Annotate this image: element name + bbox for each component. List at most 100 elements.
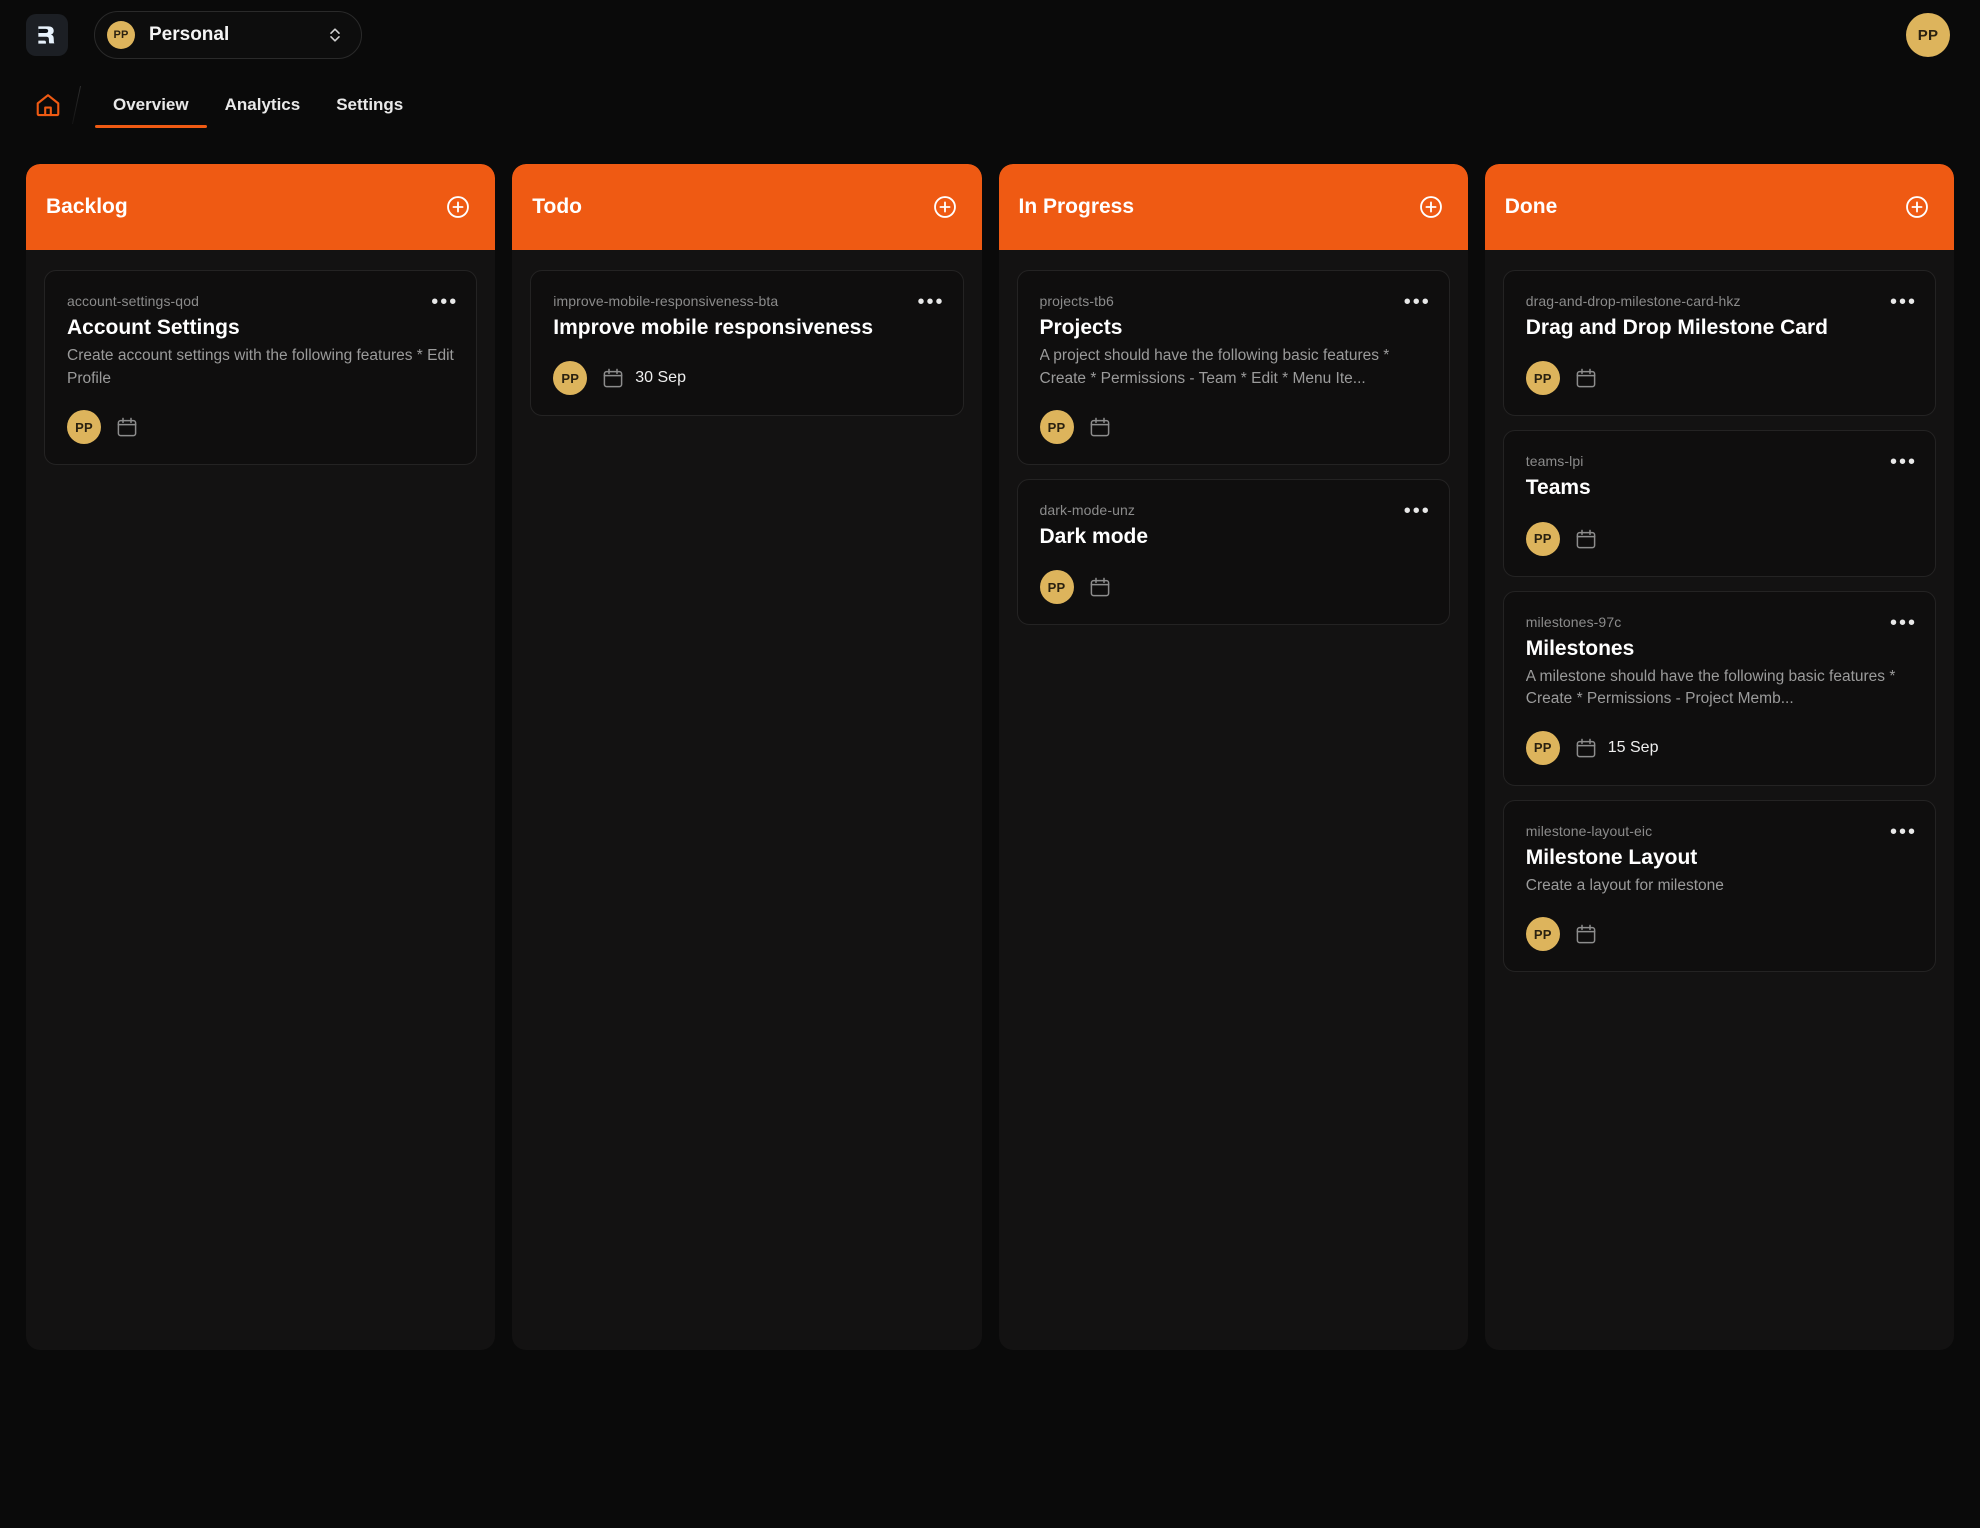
calendar-icon[interactable] (601, 366, 625, 390)
avatar[interactable]: PP (1526, 917, 1560, 951)
remix-logo-icon[interactable] (26, 14, 68, 56)
ellipsis-icon[interactable]: ••• (1890, 457, 1917, 467)
task-title: Projects (1040, 315, 1427, 341)
plus-circle-icon[interactable] (1418, 194, 1444, 220)
column-header: In Progress (999, 164, 1468, 250)
task-slug: improve-mobile-responsiveness-bta (553, 293, 940, 309)
task-slug: account-settings-qod (67, 293, 454, 309)
task-slug: projects-tb6 (1040, 293, 1427, 309)
task-due-date: 15 Sep (1608, 739, 1659, 757)
kanban-board: Backlog ••• account-settings-qod Account… (0, 140, 1980, 1350)
task-meta: PP (67, 410, 454, 444)
ellipsis-icon[interactable]: ••• (1890, 618, 1917, 628)
kanban-column-backlog: Backlog ••• account-settings-qod Account… (26, 164, 495, 1350)
task-description: Create a layout for milestone (1526, 875, 1913, 897)
task-card[interactable]: ••• drag-and-drop-milestone-card-hkz Dra… (1503, 270, 1936, 416)
tab-analytics[interactable]: Analytics (207, 70, 319, 140)
tab-settings-label: Settings (336, 95, 403, 115)
workspace-switcher[interactable]: PP Personal (94, 11, 362, 59)
task-meta: PP 15 Sep (1526, 731, 1913, 765)
task-meta: PP (1526, 522, 1913, 556)
workspace-name: Personal (149, 24, 313, 46)
task-due-date: 30 Sep (635, 369, 686, 387)
column-cards: ••• account-settings-qod Account Setting… (26, 250, 495, 1350)
task-title: Teams (1526, 475, 1913, 501)
task-card[interactable]: ••• dark-mode-unz Dark mode PP (1017, 479, 1450, 625)
task-card[interactable]: ••• teams-lpi Teams PP (1503, 430, 1936, 576)
top-bar: PP Personal PP (0, 0, 1980, 70)
avatar[interactable]: PP (553, 361, 587, 395)
column-header: Backlog (26, 164, 495, 250)
column-cards: ••• improve-mobile-responsiveness-bta Im… (512, 250, 981, 1350)
task-description: Create account settings with the followi… (67, 345, 454, 390)
calendar-icon[interactable] (1574, 527, 1598, 551)
workspace-avatar: PP (107, 21, 135, 49)
home-icon[interactable] (20, 70, 76, 140)
task-title: Improve mobile responsiveness (553, 315, 940, 341)
task-meta: PP 30 Sep (553, 361, 940, 395)
kanban-column-in-progress: In Progress ••• projects-tb6 Projects A … (999, 164, 1468, 1350)
avatar[interactable]: PP (1906, 13, 1950, 57)
chevron-up-down-icon (327, 25, 343, 45)
task-slug: milestone-layout-eic (1526, 823, 1913, 839)
avatar[interactable]: PP (1040, 410, 1074, 444)
task-title: Milestones (1526, 636, 1913, 662)
plus-circle-icon[interactable] (445, 194, 471, 220)
calendar-icon[interactable] (1088, 415, 1112, 439)
task-slug: teams-lpi (1526, 453, 1913, 469)
task-meta: PP (1040, 570, 1427, 604)
task-meta: PP (1526, 917, 1913, 951)
task-slug: milestones-97c (1526, 614, 1913, 630)
task-title: Dark mode (1040, 524, 1427, 550)
task-title: Drag and Drop Milestone Card (1526, 315, 1913, 341)
task-title: Milestone Layout (1526, 845, 1913, 871)
task-slug: dark-mode-unz (1040, 502, 1427, 518)
nav-tabs: Overview Analytics Settings (95, 70, 421, 140)
column-title: Todo (532, 195, 582, 219)
task-card[interactable]: ••• projects-tb6 Projects A project shou… (1017, 270, 1450, 465)
kanban-column-done: Done ••• drag-and-drop-milestone-card-hk… (1485, 164, 1954, 1350)
user-menu[interactable]: PP (1906, 13, 1950, 57)
tab-overview[interactable]: Overview (95, 70, 207, 140)
column-title: In Progress (1019, 195, 1135, 219)
avatar[interactable]: PP (1040, 570, 1074, 604)
task-card[interactable]: ••• account-settings-qod Account Setting… (44, 270, 477, 465)
plus-circle-icon[interactable] (932, 194, 958, 220)
task-description: A project should have the following basi… (1040, 345, 1427, 390)
task-card[interactable]: ••• milestone-layout-eic Milestone Layou… (1503, 800, 1936, 973)
calendar-icon[interactable] (1574, 366, 1598, 390)
task-slug: drag-and-drop-milestone-card-hkz (1526, 293, 1913, 309)
plus-circle-icon[interactable] (1904, 194, 1930, 220)
tab-overview-label: Overview (113, 95, 189, 115)
column-header: Done (1485, 164, 1954, 250)
task-title: Account Settings (67, 315, 454, 341)
kanban-column-todo: Todo ••• improve-mobile-responsiveness-b… (512, 164, 981, 1350)
calendar-icon[interactable] (1574, 736, 1598, 760)
task-card[interactable]: ••• improve-mobile-responsiveness-bta Im… (530, 270, 963, 416)
avatar[interactable]: PP (67, 410, 101, 444)
task-description: A milestone should have the following ba… (1526, 666, 1913, 711)
main-nav: Overview Analytics Settings (0, 70, 1980, 140)
tab-settings[interactable]: Settings (318, 70, 421, 140)
calendar-icon[interactable] (1088, 575, 1112, 599)
calendar-icon[interactable] (115, 415, 139, 439)
ellipsis-icon[interactable]: ••• (1890, 827, 1917, 837)
column-cards: ••• drag-and-drop-milestone-card-hkz Dra… (1485, 250, 1954, 1350)
task-card[interactable]: ••• milestones-97c Milestones A mileston… (1503, 591, 1936, 786)
tab-analytics-label: Analytics (225, 95, 301, 115)
column-title: Backlog (46, 195, 128, 219)
ellipsis-icon[interactable]: ••• (431, 297, 458, 307)
ellipsis-icon[interactable]: ••• (1890, 297, 1917, 307)
avatar[interactable]: PP (1526, 361, 1560, 395)
ellipsis-icon[interactable]: ••• (1404, 297, 1431, 307)
task-meta: PP (1040, 410, 1427, 444)
ellipsis-icon[interactable]: ••• (1404, 506, 1431, 516)
calendar-icon[interactable] (1574, 922, 1598, 946)
column-header: Todo (512, 164, 981, 250)
avatar[interactable]: PP (1526, 731, 1560, 765)
avatar[interactable]: PP (1526, 522, 1560, 556)
task-meta: PP (1526, 361, 1913, 395)
column-cards: ••• projects-tb6 Projects A project shou… (999, 250, 1468, 1350)
column-title: Done (1505, 195, 1558, 219)
ellipsis-icon[interactable]: ••• (917, 297, 944, 307)
